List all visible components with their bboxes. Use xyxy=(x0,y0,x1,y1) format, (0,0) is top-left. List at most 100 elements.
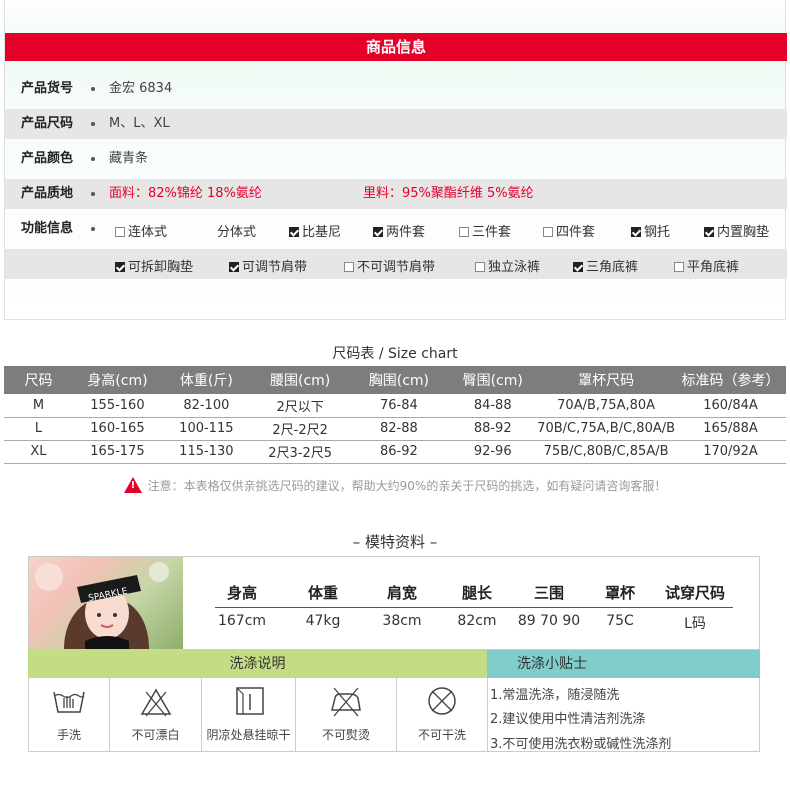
info-label: 产品货号 xyxy=(21,81,74,96)
feature-checkbox: 钢托 xyxy=(631,221,670,240)
checked-box-icon xyxy=(373,227,383,237)
feature-label: 内置胸垫 xyxy=(717,225,770,240)
table-cell: 75B/C,80B/C,85A/B xyxy=(537,440,676,464)
model-stat-value: 38cm xyxy=(382,613,422,629)
model-info-title: – 模特资料 – xyxy=(352,533,438,551)
table-cell: 84-88 xyxy=(448,394,538,418)
feature-checkbox: 可调节肩带 xyxy=(229,256,307,275)
table-cell: 92-96 xyxy=(448,440,538,464)
wash-label: 阴凉处悬挂晾干 xyxy=(206,728,291,742)
feature-label: 钢托 xyxy=(644,225,671,240)
feature-checkbox: 比基尼 xyxy=(289,221,341,240)
wash-label: 不可漂白 xyxy=(131,728,180,742)
table-row: XL 165-175 115-130 2尺3-2尺5 86-92 92-96 75B/C,8… xyxy=(4,440,786,464)
model-stat-label: 试穿尺码 xyxy=(664,584,725,602)
bullet-icon xyxy=(91,157,95,161)
lining-value: 里料：95%聚酯纤维 5%氨纶 xyxy=(363,186,534,201)
column-header: 腰围(cm) xyxy=(250,366,350,394)
hand-wash-icon xyxy=(51,684,87,722)
table-cell: 76-84 xyxy=(349,394,449,418)
info-row-size: 产品尺码 M、L、XL xyxy=(5,109,787,139)
washing-tip: 3.不可使用洗衣粉或碱性洗涤剂 xyxy=(490,737,672,752)
checked-box-icon xyxy=(573,262,583,272)
wash-cell-hand-wash: 手洗 xyxy=(29,678,110,751)
bullet-icon xyxy=(91,122,95,126)
bullet-icon xyxy=(91,227,95,231)
model-stat-label: 体重 xyxy=(307,584,338,602)
table-cell: 70B/C,75A,B/C,80A/B xyxy=(537,417,676,441)
washing-tip: 1.常温洗涤，随浸随洗 xyxy=(490,688,620,703)
warning-icon: ! xyxy=(123,477,142,493)
feature-checkbox: 不可调节肩带 xyxy=(344,256,435,275)
table-cell: 88-92 xyxy=(448,417,538,441)
wash-cell-no-dry-clean: 不可干洗 xyxy=(397,678,488,751)
feature-checkbox: 可拆卸胸垫 xyxy=(115,256,193,275)
wash-label: 不可熨烫 xyxy=(321,728,370,742)
feature-checkbox: 三角底裤 xyxy=(573,256,638,275)
wash-cell-no-bleach: 不可漂白 xyxy=(110,678,202,751)
feature-checkbox: 独立泳裤 xyxy=(475,256,540,275)
wash-label: 手洗 xyxy=(56,728,81,742)
model-photo: SPARKLE xyxy=(29,557,183,649)
feature-checkbox: 两件套 xyxy=(373,221,425,240)
unchecked-box-icon xyxy=(115,227,125,237)
checked-box-icon xyxy=(229,262,239,272)
table-cell: 2尺-2尺2 xyxy=(250,417,350,441)
column-header: 胸围(cm) xyxy=(349,366,449,394)
feature-checkbox: 三件套 xyxy=(459,221,511,240)
feature-label: 四件套 xyxy=(556,225,596,240)
table-cell: 155-160 xyxy=(72,394,162,418)
bullet-icon xyxy=(91,87,95,91)
no-bleach-icon xyxy=(138,684,174,722)
feature-checkbox: 连体式 xyxy=(115,221,167,240)
feature-label: 不可调节肩带 xyxy=(357,260,436,275)
unchecked-box-icon xyxy=(344,262,354,272)
info-row-sku: 产品货号 金宏 6834 xyxy=(5,74,787,104)
table-cell: 160-165 xyxy=(72,417,162,441)
unchecked-box-icon xyxy=(459,227,469,237)
no-dry-clean-icon xyxy=(424,684,460,722)
line-dry-shade-icon xyxy=(231,684,267,722)
column-header: 臀围(cm) xyxy=(448,366,538,394)
table-cell: 160/84A xyxy=(675,394,786,418)
info-value: M、L、XL xyxy=(109,116,170,131)
model-stat-value: 82cm xyxy=(457,613,497,629)
table-cell: 2尺以下 xyxy=(250,394,350,418)
info-label: 产品尺码 xyxy=(21,116,74,131)
feature-label: 分体式 xyxy=(217,225,257,240)
table-cell: 100-115 xyxy=(161,417,251,441)
table-cell: 70A/B,75A,80A xyxy=(537,394,676,418)
table-cell: 82-100 xyxy=(161,394,251,418)
model-stat-value: 89 70 90 xyxy=(517,613,581,629)
model-stat-label: 肩宽 xyxy=(386,584,417,602)
table-cell: L xyxy=(4,417,73,441)
table-cell: M xyxy=(4,394,73,418)
wash-label: 不可干洗 xyxy=(417,728,466,742)
info-label: 产品颜色 xyxy=(21,151,74,166)
model-stat-label: 腿长 xyxy=(461,584,492,602)
table-cell: 82-88 xyxy=(349,417,449,441)
checked-box-icon xyxy=(289,227,299,237)
table-cell: XL xyxy=(4,440,73,464)
no-iron-icon xyxy=(328,684,364,722)
model-stat-label: 罩杯 xyxy=(604,584,635,602)
feature-checkbox: 内置胸垫 xyxy=(704,221,769,240)
model-stat-value: 75C xyxy=(606,613,634,629)
size-chart-title: 尺码表 / Size chart xyxy=(332,346,458,362)
column-header: 罩杯尺码 xyxy=(537,366,676,394)
model-stat-label: 身高 xyxy=(226,584,257,602)
fabric-value: 面料：82%锦纶 18%氨纶 xyxy=(109,186,262,201)
feature-label: 三角底裤 xyxy=(586,260,639,275)
info-value: 金宏 6834 xyxy=(109,81,173,96)
feature-checkbox: 四件套 xyxy=(543,221,595,240)
info-row-material: 产品质地 面料：82%锦纶 18%氨纶 里料：95%聚酯纤维 5%氨纶 xyxy=(5,179,787,209)
model-info-box: SPARKLE 身高 167cm 体重 47kg 肩宽 38cm 腿长 82cm 三围 89 70… xyxy=(28,556,760,650)
product-info-header: 商品信息 xyxy=(5,33,787,61)
info-label: 产品质地 xyxy=(21,186,74,201)
feature-label: 独立泳裤 xyxy=(488,260,541,275)
table-cell: 2尺3-2尺5 xyxy=(250,440,350,464)
feature-label: 可调节肩带 xyxy=(242,260,308,275)
feature-label: 连体式 xyxy=(128,225,168,240)
unchecked-box-icon xyxy=(475,262,485,272)
wash-cell-line-dry: 阴凉处悬挂晾干 xyxy=(202,678,296,751)
